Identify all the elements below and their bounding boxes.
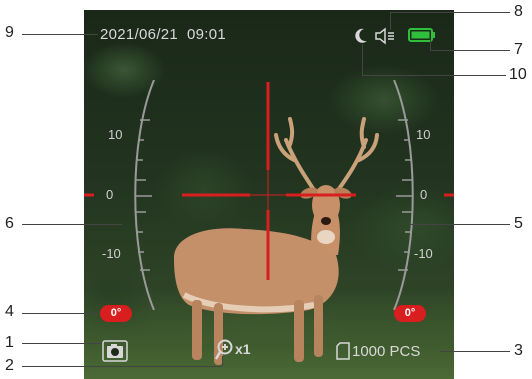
left-angle-badge: 0°: [100, 305, 132, 322]
callout-8-line-vertical: [390, 12, 391, 30]
callout-1: 1: [5, 334, 14, 351]
callout-2-line: [22, 366, 222, 367]
battery-icon: [408, 28, 435, 42]
callout-7-line: [430, 50, 510, 51]
callout-1-line: [22, 343, 102, 344]
left-scale-top-label: 10: [108, 127, 123, 142]
shot-count: 1000 PCS: [352, 343, 421, 360]
right-scale-bottom-label: -10: [414, 246, 433, 261]
callout-10: 10: [509, 66, 527, 83]
callout-6: 6: [5, 215, 14, 232]
storage-icon: [336, 342, 350, 360]
right-scale-top-label: 10: [416, 127, 431, 142]
callout-3: 3: [514, 342, 523, 359]
right-angle-badge: 0°: [394, 305, 426, 322]
left-tilt-scale: [134, 80, 155, 310]
callout-5: 5: [514, 215, 523, 232]
callout-9-line: [22, 34, 98, 35]
datetime-display: 2021/06/21 09:01: [100, 26, 227, 43]
callout-3-line: [440, 351, 510, 352]
speaker-icon: [375, 27, 394, 45]
viewfinder-screen: 10 0 -10 10 0 -10 0° 0° 2021/06/21 09:01: [84, 10, 454, 379]
zoom-level: x1: [235, 341, 251, 357]
left-scale-mid-label: 0: [106, 187, 114, 202]
callout-2-line-vertical: [222, 356, 223, 366]
callout-7-line-vertical: [430, 40, 431, 50]
callout-10-line-vertical: [362, 44, 363, 75]
left-scale-bottom-label: -10: [102, 246, 121, 261]
callout-9: 9: [5, 24, 14, 41]
callout-8: 8: [514, 3, 523, 20]
callout-2: 2: [5, 357, 14, 374]
callout-4: 4: [5, 303, 14, 320]
callout-4-line: [22, 313, 100, 314]
callout-8-line: [390, 12, 510, 13]
moon-icon: [355, 28, 367, 43]
callout-5-line: [410, 224, 510, 225]
zoom-icon: [215, 339, 233, 360]
callout-6-line: [22, 224, 122, 225]
right-scale-mid-label: 0: [420, 187, 428, 202]
callout-7: 7: [514, 41, 523, 58]
callout-10-line: [362, 75, 506, 76]
camera-icon[interactable]: [102, 340, 128, 362]
